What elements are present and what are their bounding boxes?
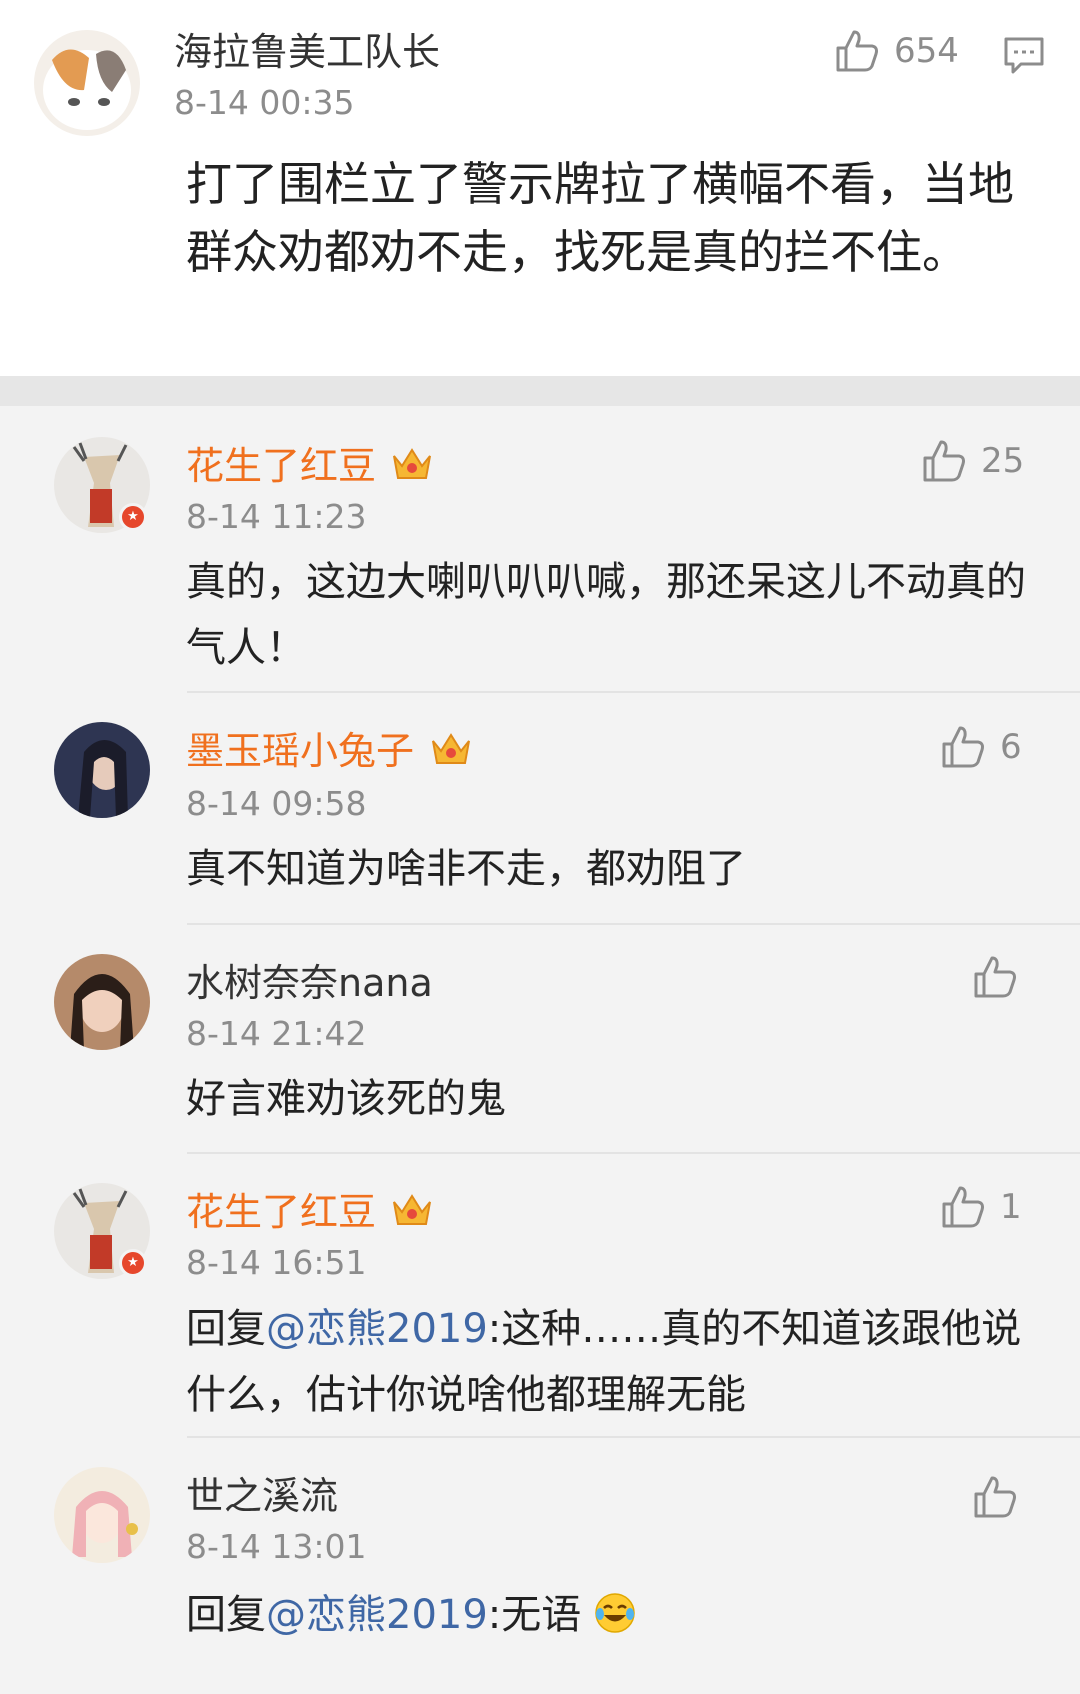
timestamp: 8-14 16:51 [186,1243,367,1282]
reply-button[interactable] [1003,36,1045,80]
thumbs-up-icon [923,440,965,482]
reply-body: :无语 [487,1592,582,1638]
timestamp: 8-14 00:35 [174,83,355,122]
thumbs-up-icon [974,956,1016,998]
comment-text: 回复@恋熊2019:这种……真的不知道该跟他说什么，估计你说啥他都理解无能 [186,1296,1026,1428]
reply-prefix: 回复 [186,1592,266,1638]
thumbs-up-icon [974,1476,1016,1518]
like-button[interactable]: 6 [940,724,1022,770]
comment-text: 回复@恋熊2019:无语 [186,1582,1026,1648]
divider [187,691,1080,693]
like-button[interactable] [972,954,1018,1000]
reply-prefix: 回复 [186,1306,266,1352]
crown-icon [393,1194,431,1225]
comment-bubble-icon [1004,37,1044,74]
timestamp: 8-14 13:01 [186,1527,367,1566]
thumbs-up-icon [942,1186,984,1228]
vip-badge-icon: ★ [119,503,147,531]
avatar[interactable] [34,30,140,136]
timestamp: 8-14 21:42 [186,1014,367,1053]
anime-girl-avatar-icon [54,1467,150,1563]
main-comment: 海拉鲁美工队长 8-14 00:35 654 打了围栏立了警示牌拉了横幅不看，当… [0,0,1080,376]
username[interactable]: 海拉鲁美工队长 [174,30,440,74]
comment-text: 好言难劝该死的鬼 [186,1076,506,1122]
mention-link[interactable]: @恋熊2019 [266,1306,488,1352]
cat-avatar-icon [34,30,140,136]
like-button[interactable]: 1 [940,1184,1022,1230]
divider [187,1152,1080,1154]
like-button[interactable]: 25 [921,438,1024,484]
timestamp: 8-14 09:58 [186,784,367,823]
divider [187,923,1080,925]
timestamp: 8-14 11:23 [186,497,367,536]
like-button[interactable]: 654 [834,28,959,74]
laughing-tears-emoji-icon [595,1593,635,1633]
like-count: 1 [1000,1187,1022,1227]
comment-text: 真的，这边大喇叭叭叭喊，那还呆这儿不动真的气人！ [186,559,1026,671]
avatar[interactable] [54,954,150,1050]
selfie-avatar-icon [54,954,150,1050]
thumbs-up-icon [836,30,878,72]
like-count: 25 [981,441,1025,481]
like-count: 6 [1000,727,1022,767]
username[interactable]: 水树奈奈nana [186,961,433,1005]
section-divider [0,376,1080,406]
avatar[interactable] [54,722,150,818]
vip-badge-icon: ★ [119,1249,147,1277]
reply-list: ★ 花生了红豆 8-14 11:23 25 真的，这边大喇叭叭叭喊，那还呆这儿不… [0,406,1080,1694]
like-button[interactable] [972,1474,1018,1520]
like-count: 654 [894,31,959,71]
crown-icon [432,733,470,764]
comment-text: 打了围栏立了警示牌拉了横幅不看，当地群众劝都劝不走，找死是真的拦不住。 [186,157,1014,279]
divider [187,1436,1080,1438]
thumbs-up-icon [942,726,984,768]
crown-icon [393,448,431,479]
username[interactable]: 花生了红豆 [186,444,376,488]
avatar[interactable] [54,1467,150,1563]
girl-avatar-icon [54,722,150,818]
username[interactable]: 墨玉瑶小兔子 [186,729,414,773]
mention-link[interactable]: @恋熊2019 [266,1592,488,1638]
username[interactable]: 世之溪流 [186,1474,338,1518]
comment-text: 真不知道为啥非不走，都劝阻了 [186,846,746,892]
username[interactable]: 花生了红豆 [186,1190,376,1234]
